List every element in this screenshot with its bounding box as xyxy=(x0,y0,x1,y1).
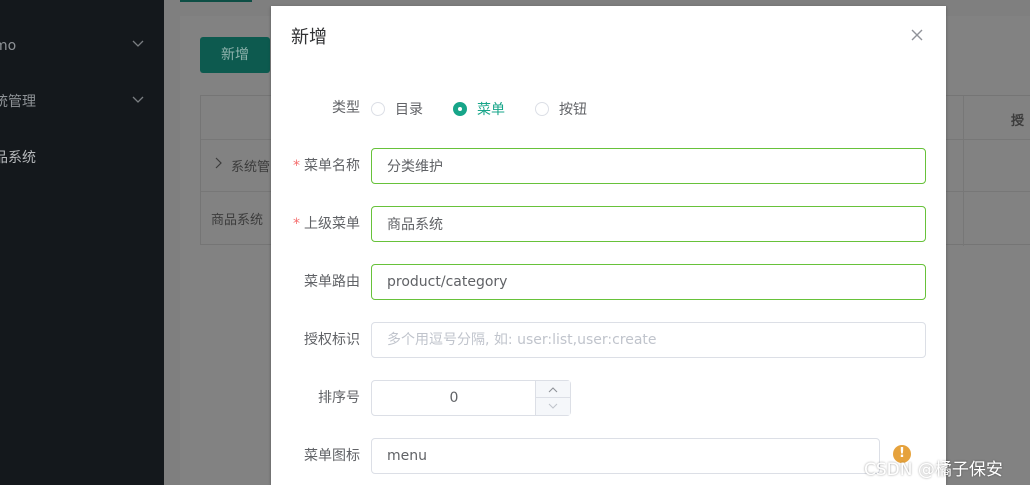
add-menu-dialog: 新增 类型 目录 菜单 按钮 *菜单名称 *上级菜单 菜单路由 授权标识 排序号… xyxy=(271,6,946,485)
permission-input[interactable] xyxy=(371,322,926,358)
radio-directory[interactable]: 目录 xyxy=(371,99,423,119)
table-header-cell: 授 xyxy=(1011,114,1025,129)
sort-order-stepper[interactable]: 0 xyxy=(371,380,571,416)
expand-icon[interactable] xyxy=(215,157,223,173)
radio-button[interactable]: 按钮 xyxy=(535,99,587,119)
type-label: 类型 xyxy=(332,100,360,116)
sidebar-item-demo[interactable]: mo xyxy=(0,18,164,74)
column-divider xyxy=(963,96,964,246)
radio-label: 菜单 xyxy=(477,102,505,118)
stepper-controls xyxy=(535,381,571,415)
sidebar-item-label: 统管理 xyxy=(0,94,36,110)
radio-circle-icon xyxy=(535,102,549,116)
sidebar-item-label: mo xyxy=(0,38,17,54)
menu-name-input[interactable] xyxy=(371,148,926,184)
permission-label: 授权标识 xyxy=(304,332,360,348)
watermark: CSDN @橘子保安 xyxy=(864,460,1003,480)
close-icon[interactable] xyxy=(910,28,924,42)
menu-route-label: 菜单路由 xyxy=(304,274,360,290)
menu-icon-input[interactable] xyxy=(371,438,880,474)
sidebar-item-label: 品系统 xyxy=(0,150,36,166)
menu-name-label: * 菜单名称 xyxy=(293,158,360,174)
parent-menu-input[interactable] xyxy=(371,206,926,242)
radio-label: 目录 xyxy=(395,102,423,118)
increase-button[interactable] xyxy=(536,381,571,398)
sidebar-item-product[interactable]: 品系统 xyxy=(0,130,164,186)
menu-icon-label: 菜单图标 xyxy=(304,448,360,464)
sidebar: mo 统管理 品系统 xyxy=(0,0,164,485)
radio-circle-icon xyxy=(371,102,385,116)
menu-route-input[interactable] xyxy=(371,264,926,300)
sort-order-value[interactable]: 0 xyxy=(372,381,536,415)
radio-checked-icon xyxy=(453,102,467,116)
radio-label: 按钮 xyxy=(559,102,587,118)
parent-menu-label: * 上级菜单 xyxy=(293,216,360,232)
chevron-down-icon xyxy=(132,18,144,74)
active-tab-indicator xyxy=(180,0,252,2)
radio-menu[interactable]: 菜单 xyxy=(453,99,505,119)
chevron-down-icon xyxy=(548,403,558,409)
chevron-down-icon xyxy=(132,74,144,130)
sidebar-item-system[interactable]: 统管理 xyxy=(0,74,164,130)
add-button[interactable]: 新增 xyxy=(200,37,270,73)
sort-order-label: 排序号 xyxy=(318,390,360,406)
dialog-title: 新增 xyxy=(291,27,327,48)
chevron-up-icon xyxy=(548,387,558,393)
decrease-button[interactable] xyxy=(536,398,571,415)
